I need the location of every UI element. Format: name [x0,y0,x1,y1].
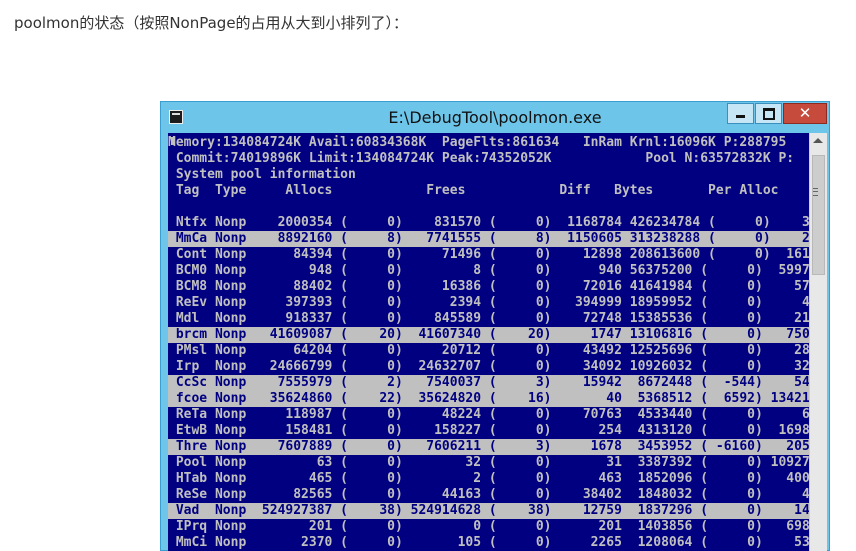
console-header-line: System pool information [168,167,356,182]
pool-tag-row: MmCi Nonp 2370 ( 0) 105 ( 0) 2265 120806… [168,535,809,550]
title-bar[interactable]: E:\DebugTool\poolmon.exe ✕ [161,102,829,132]
scroll-up-arrow-icon[interactable] [813,138,823,143]
pool-tag-row: PMsl Nonp 64204 ( 0) 20712 ( 0) 43492 12… [168,343,809,358]
close-button[interactable]: ✕ [783,103,827,124]
poolmon-console-window: E:\DebugTool\poolmon.exe ✕ Memory:134084… [160,101,830,551]
pool-tag-row: Thre Nonp 7607889 ( 0) 7606211 ( 3) 1678… [168,439,809,455]
pool-tag-row: CcSc Nonp 7555979 ( 2) 7540037 ( 3) 1594… [168,375,809,391]
vertical-scrollbar[interactable] [809,133,827,551]
pool-tag-row: ReEv Nonp 397393 ( 0) 2394 ( 0) 394999 1… [168,295,809,310]
console-output[interactable]: Memory:134084724K Avail:60834368K PageFl… [168,133,809,551]
console-header-line: Commit:74019896K Limit:134084724K Peak:7… [168,151,795,166]
pool-tag-row: MmCa Nonp 8892160 ( 8) 7741555 ( 8) 1150… [168,231,809,247]
pool-tag-row: ReTa Nonp 118987 ( 0) 48224 ( 0) 70763 4… [168,407,809,422]
pool-tag-row: Ntfx Nonp 2000354 ( 0) 831570 ( 0) 11687… [168,215,809,230]
pool-tag-row: ReSe Nonp 82565 ( 0) 44163 ( 0) 38402 18… [168,487,809,502]
pool-tag-row: brcm Nonp 41609087 ( 20) 41607340 ( 20) … [168,327,809,343]
article-caption: poolmon的状态（按照NonPage的占用从大到小排列了）： [14,14,409,32]
console-header-line [168,199,809,215]
maximize-icon [762,107,775,120]
pool-tag-row: BCM8 Nonp 88402 ( 0) 16386 ( 0) 72016 41… [168,279,809,294]
scrollbar-grip-icon [813,188,818,196]
pool-tag-row: Irp Nonp 24666799 ( 0) 24632707 ( 0) 340… [168,359,809,374]
minimize-icon [736,115,745,118]
console-header-line: Memory:134084724K Avail:60834368K PageFl… [168,135,787,150]
pool-tag-row: Mdl Nonp 918337 ( 0) 845589 ( 0) 72748 1… [168,311,809,326]
pool-tag-row: Pool Nonp 63 ( 0) 32 ( 0) 31 3387392 ( 0… [168,455,809,470]
maximize-button[interactable] [755,103,782,124]
console-header-line: Tag Type Allocs Frees Diff Bytes Per All… [168,183,779,198]
minimize-button[interactable] [727,103,754,124]
pool-tag-row: BCM0 Nonp 948 ( 0) 8 ( 0) 940 56375200 (… [168,263,809,278]
pool-tag-row: fcoe Nonp 35624860 ( 22) 35624820 ( 16) … [168,391,809,407]
pool-tag-row: EtwB Nonp 158481 ( 0) 158227 ( 0) 254 43… [168,423,809,438]
pool-tag-row: Vad Nonp 524927387 ( 38) 524914628 ( 38)… [168,503,809,519]
pool-tag-row: HTab Nonp 465 ( 0) 2 ( 0) 463 1852096 ( … [168,471,809,486]
close-icon: ✕ [798,104,812,122]
pool-tag-row: Cont Nonp 84394 ( 0) 71496 ( 0) 12898 20… [168,247,809,262]
scrollbar-thumb[interactable] [812,155,825,275]
pool-tag-row: IPrq Nonp 201 ( 0) 0 ( 0) 201 1403856 ( … [168,519,809,534]
